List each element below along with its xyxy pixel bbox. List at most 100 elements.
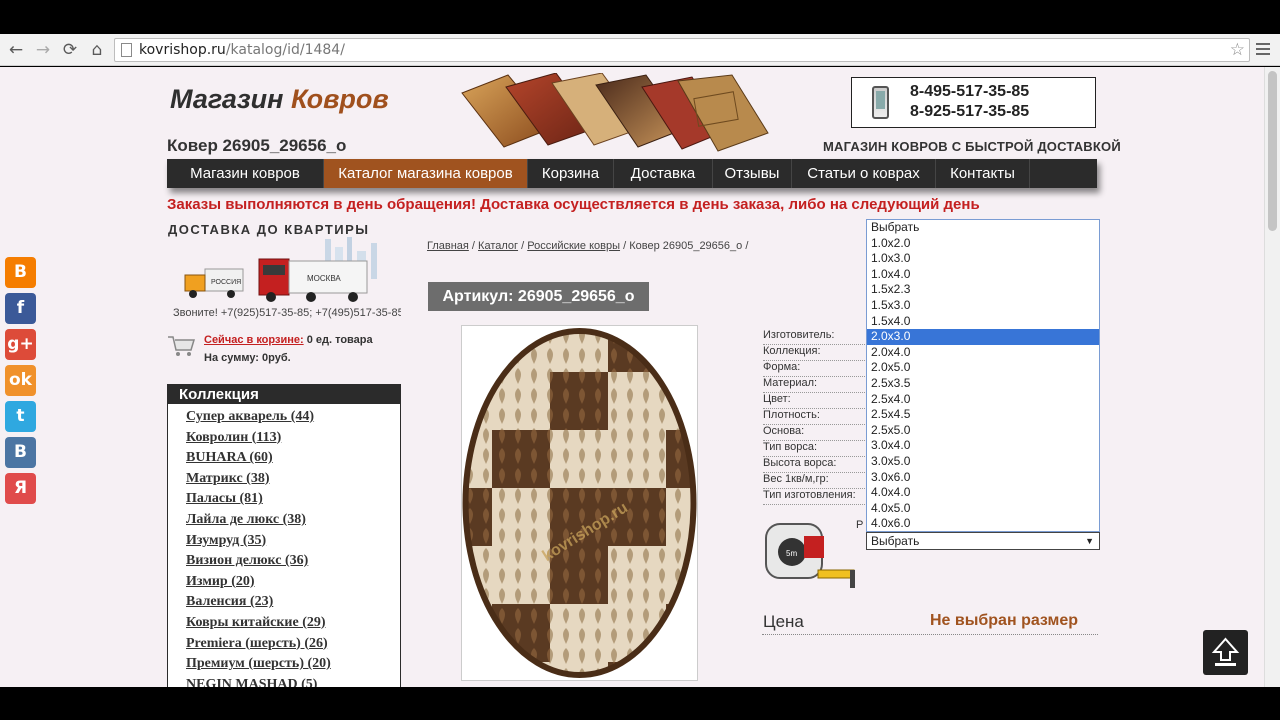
- rug-square: [550, 372, 608, 430]
- collection-item[interactable]: Супер акварель (44): [186, 409, 400, 430]
- forward-arrow-icon[interactable]: →: [33, 40, 53, 60]
- breadcrumb-category[interactable]: Российские ковры: [527, 240, 620, 252]
- page-viewport: Магазин Ковров 8-495-517-35-85 8-925-517…: [0, 67, 1280, 687]
- bookmark-star-icon[interactable]: ☆: [1230, 40, 1245, 60]
- prop-label: Высота ворса:: [763, 457, 867, 473]
- cart-icon[interactable]: [167, 334, 195, 358]
- phone-number-2[interactable]: 8-925-517-35-85: [910, 103, 1029, 121]
- size-dropdown-list[interactable]: Выбрать 1.0x2.0 1.0x3.0 1.0x4.0 1.5x2.3 …: [866, 219, 1100, 532]
- collection-item[interactable]: Изумруд (35): [186, 533, 400, 554]
- size-option[interactable]: 1.0x3.0: [867, 251, 1099, 267]
- size-option[interactable]: 2.0x5.0: [867, 360, 1099, 376]
- size-option[interactable]: 2.5x3.5: [867, 376, 1099, 392]
- nav-item-contacts[interactable]: Контакты: [936, 159, 1030, 188]
- rug-square: [608, 430, 666, 488]
- collection-item[interactable]: Валенсия (23): [186, 594, 400, 615]
- size-option[interactable]: 4.0x4.0: [867, 485, 1099, 501]
- cart-link[interactable]: Сейчас в корзине:: [204, 334, 304, 346]
- collection-item[interactable]: Измир (20): [186, 574, 400, 595]
- size-option[interactable]: Выбрать: [867, 220, 1099, 236]
- size-option[interactable]: 4.0x6.0: [867, 516, 1099, 532]
- collection-item[interactable]: Ковролин (113): [186, 430, 400, 451]
- rug-square: [666, 662, 694, 675]
- page-icon: [121, 43, 132, 57]
- breadcrumb-current: / Ковер 26905_29656_o /: [620, 240, 749, 252]
- collection-item[interactable]: Премиум (шерсть) (20): [186, 656, 400, 677]
- moikrug-icon[interactable]: Я: [5, 473, 36, 504]
- url-text[interactable]: kovrishop.ru/katalog/id/1484/: [139, 42, 345, 58]
- rug-square: [465, 662, 492, 675]
- home-icon[interactable]: ⌂: [87, 40, 107, 60]
- twitter-icon[interactable]: t: [5, 401, 36, 432]
- nav-item-articles[interactable]: Статьи о коврах: [792, 159, 936, 188]
- size-option[interactable]: 1.5x3.0: [867, 298, 1099, 314]
- browser-menu-icon[interactable]: [1256, 43, 1270, 57]
- prop-label: Основа:: [763, 425, 867, 441]
- address-bar[interactable]: kovrishop.ru/katalog/id/1484/ ☆: [114, 38, 1250, 62]
- size-option[interactable]: 3.0x6.0: [867, 470, 1099, 486]
- rug-square: [492, 488, 550, 546]
- tape-label: 5m: [786, 549, 797, 558]
- nav-item-shop[interactable]: Магазин ковров: [167, 159, 324, 188]
- collection-item[interactable]: Ковры китайские (29): [186, 615, 400, 636]
- scrollbar-thumb[interactable]: [1268, 71, 1277, 231]
- prop-label: Плотность:: [763, 409, 867, 425]
- nav-item-catalog[interactable]: Каталог магазина ковров: [324, 159, 528, 188]
- size-option[interactable]: 3.0x5.0: [867, 454, 1099, 470]
- browser-toolbar: ← → ⟳ ⌂ kovrishop.ru/katalog/id/1484/ ☆: [0, 34, 1280, 66]
- rugs-banner-image: [461, 73, 769, 152]
- site-logo[interactable]: Магазин Ковров: [170, 84, 389, 115]
- collection-item[interactable]: Визион делюкс (36): [186, 553, 400, 574]
- vkontakte-icon[interactable]: B: [5, 437, 36, 468]
- back-arrow-icon[interactable]: ←: [6, 40, 26, 60]
- size-option[interactable]: 1.0x4.0: [867, 267, 1099, 283]
- rug-square: [666, 331, 694, 372]
- rug-square: [550, 604, 608, 662]
- odnoklassniki-icon[interactable]: ok: [5, 365, 36, 396]
- truck-label-1: РОССИЯ: [211, 279, 241, 286]
- breadcrumb-home[interactable]: Главная: [427, 240, 469, 252]
- google-plus-icon[interactable]: g+: [5, 329, 36, 360]
- breadcrumb: Главная / Каталог / Российские ковры / К…: [427, 240, 749, 252]
- collection-item[interactable]: Premiera (шерсть) (26): [186, 636, 400, 657]
- collection-heading: Коллекция: [168, 385, 400, 404]
- cart-sum: На сумму: 0руб.: [204, 352, 291, 364]
- breadcrumb-catalog[interactable]: Каталог: [478, 240, 518, 252]
- size-option[interactable]: 4.0x5.0: [867, 501, 1099, 517]
- rug-image: kovrishop.ru: [462, 328, 697, 678]
- prop-label: Форма:: [763, 361, 867, 377]
- phone-number-1[interactable]: 8-495-517-35-85: [910, 83, 1029, 101]
- facebook-icon[interactable]: f: [5, 293, 36, 324]
- arrow-up-icon: [1211, 637, 1240, 666]
- blogger-icon[interactable]: B: [5, 257, 36, 288]
- size-option[interactable]: 2.0x4.0: [867, 345, 1099, 361]
- product-image-frame[interactable]: kovrishop.ru: [461, 325, 698, 681]
- size-option[interactable]: 1.0x2.0: [867, 236, 1099, 252]
- nav-item-cart[interactable]: Корзина: [528, 159, 614, 188]
- site-slogan: МАГАЗИН КОВРОВ С БЫСТРОЙ ДОСТАВКОЙ: [823, 139, 1121, 154]
- mobile-phone-icon: [872, 86, 889, 119]
- size-option[interactable]: 2.5x4.5: [867, 407, 1099, 423]
- collection-item[interactable]: Паласы (81): [186, 491, 400, 512]
- rug-square: [608, 546, 666, 604]
- prop-label: Тип изготовления:: [763, 489, 867, 505]
- delivery-trucks-image[interactable]: РОССИЯ МОСКВА: [175, 237, 397, 307]
- collection-item[interactable]: BUHARA (60): [186, 450, 400, 471]
- size-option[interactable]: 1.5x2.3: [867, 282, 1099, 298]
- scroll-to-top-button[interactable]: [1203, 630, 1248, 675]
- reload-icon[interactable]: ⟳: [60, 40, 80, 60]
- collection-item[interactable]: Матрикс (38): [186, 471, 400, 492]
- size-option[interactable]: 1.5x4.0: [867, 314, 1099, 330]
- nav-item-delivery[interactable]: Доставка: [614, 159, 713, 188]
- size-select[interactable]: Выбрать ▼: [866, 532, 1100, 550]
- size-option[interactable]: 2.5x4.0: [867, 392, 1099, 408]
- collection-item[interactable]: NEGIN MASHAD (5): [186, 677, 400, 687]
- size-option[interactable]: 3.0x4.0: [867, 438, 1099, 454]
- rug-square: [492, 331, 550, 372]
- collection-item[interactable]: Лайла де люкс (38): [186, 512, 400, 533]
- page-scrollbar[interactable]: [1264, 67, 1280, 687]
- size-option-highlighted[interactable]: 2.0x3.0: [867, 329, 1099, 345]
- rug-square: [465, 331, 492, 372]
- nav-item-reviews[interactable]: Отзывы: [713, 159, 792, 188]
- size-option[interactable]: 2.5x5.0: [867, 423, 1099, 439]
